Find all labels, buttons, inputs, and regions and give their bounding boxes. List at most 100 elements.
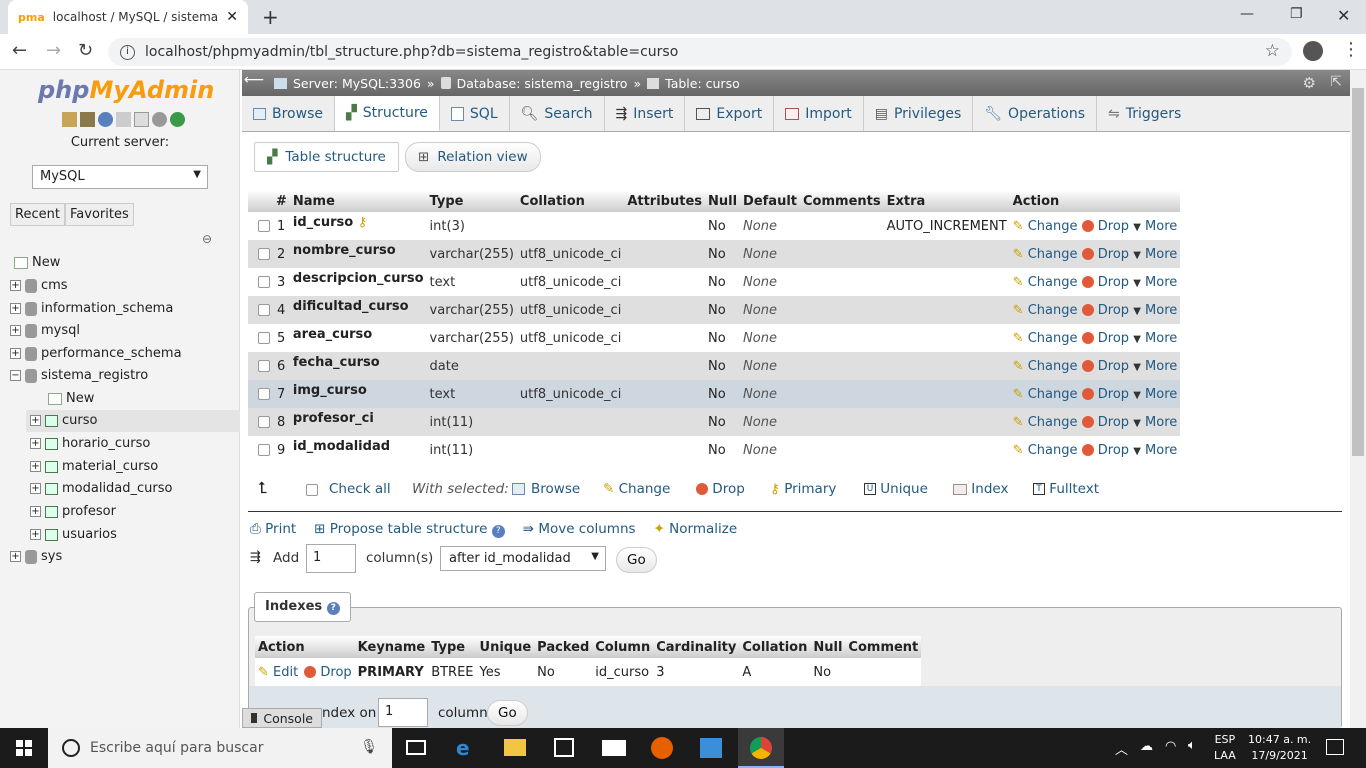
browser-menu-icon[interactable]: ⋮ [1342, 39, 1360, 60]
change-button[interactable]: ✎ Change [1013, 219, 1078, 234]
drop-button[interactable]: Drop [1081, 219, 1129, 234]
expand-icon[interactable]: + [10, 325, 21, 336]
expand-icon[interactable]: + [30, 483, 41, 494]
microphone-icon[interactable]: 🎙︎ [360, 739, 378, 755]
store-icon[interactable] [554, 738, 574, 757]
mail-icon[interactable] [602, 740, 626, 756]
breadcrumb-database[interactable]: Database: sistema_registro [457, 76, 628, 91]
table-row[interactable]: 6 fecha_curso date No None ✎ Change Drop ▼ Mo… [248, 352, 1181, 380]
phpmyadmin-logo[interactable]: phpMyAdmin [38, 76, 214, 104]
more-button[interactable]: ▼ More [1133, 275, 1177, 290]
forward-icon[interactable]: → [46, 40, 61, 61]
row-checkbox[interactable] [248, 436, 273, 464]
expand-icon[interactable]: + [10, 303, 21, 314]
expand-icon[interactable]: + [30, 461, 41, 472]
file-explorer-icon[interactable] [504, 739, 526, 756]
tree-item-mysql[interactable]: + mysql [10, 323, 80, 338]
taskbar-search-box[interactable]: Escribe aquí para buscar 🎙︎ [48, 728, 392, 768]
scrollbar-thumb[interactable] [1352, 88, 1364, 456]
index-drop-button[interactable]: Drop [301, 658, 355, 686]
favorites-tab[interactable]: Favorites [65, 203, 134, 226]
row-checkbox[interactable] [248, 296, 273, 324]
more-button[interactable]: ▼ More [1133, 331, 1177, 346]
row-checkbox[interactable] [248, 240, 273, 268]
tree-item-modalidad-curso[interactable]: + modalidad_curso [30, 481, 173, 496]
tree-item-profesor[interactable]: + profesor [30, 504, 116, 519]
bulk-browse-button[interactable]: Browse [512, 481, 603, 497]
tab-insert[interactable]: ⇶ Insert [605, 96, 686, 131]
expand-icon[interactable]: + [10, 348, 21, 359]
row-checkbox[interactable] [248, 408, 273, 436]
row-checkbox[interactable] [248, 268, 273, 296]
drop-button[interactable]: Drop [1081, 331, 1129, 346]
position-select[interactable]: after id_modalidad ▼ [440, 546, 606, 571]
header-collation[interactable]: Collation [516, 190, 625, 212]
tree-item-information-schema[interactable]: + information_schema [10, 301, 173, 316]
print-button[interactable]: ⎙ Print [250, 521, 296, 538]
add-go-button[interactable]: Go [616, 547, 657, 573]
drop-button[interactable]: Drop [1081, 415, 1129, 430]
row-checkbox[interactable] [248, 212, 273, 240]
header-null[interactable]: Null [705, 190, 741, 212]
help-icon[interactable]: ? [491, 525, 505, 538]
tree-item-horario-curso[interactable]: + horario_curso [30, 436, 150, 451]
more-button[interactable]: ▼ More [1133, 303, 1177, 318]
reload-nav-icon[interactable] [170, 112, 185, 127]
home-icon[interactable] [62, 112, 77, 127]
tree-item-performance-schema[interactable]: + performance_schema [10, 346, 182, 361]
row-checkbox[interactable] [248, 324, 273, 352]
drop-button[interactable]: Drop [1081, 359, 1129, 374]
expand-icon[interactable]: + [30, 506, 41, 517]
subtab-table-structure[interactable]: ▞ Table structure [254, 142, 399, 172]
copy-icon[interactable] [134, 112, 149, 127]
breadcrumb-table[interactable]: Table: curso [665, 76, 740, 91]
firefox-icon[interactable] [651, 737, 673, 759]
tab-operations[interactable]: 🔧︎ Operations [973, 96, 1098, 131]
tree-item-new-table[interactable]: New [48, 391, 94, 406]
change-button[interactable]: ✎ Change [1013, 443, 1078, 458]
chrome-taskbar-item[interactable] [738, 728, 784, 768]
table-row[interactable]: 7 img_curso text utf8_unicode_ci No None ✎ Cha… [248, 380, 1181, 408]
header-type[interactable]: Type [426, 190, 517, 212]
tray-chevron-icon[interactable]: ︿ [1115, 739, 1128, 758]
propose-structure-button[interactable]: ⊞ Propose table structure ? [314, 521, 505, 538]
row-checkbox[interactable] [248, 352, 273, 380]
change-button[interactable]: ✎ Change [1013, 331, 1078, 346]
minimize-icon[interactable]: — [1240, 6, 1254, 22]
tree-item-curso[interactable]: + curso [26, 410, 240, 432]
header-num[interactable]: # [273, 190, 290, 212]
change-button[interactable]: ✎ Change [1013, 247, 1078, 262]
create-index-go-button[interactable]: Go [487, 700, 528, 726]
tree-item-sistema-registro[interactable]: − sistema_registro [10, 368, 148, 383]
header-attributes[interactable]: Attributes [624, 190, 705, 212]
windows-start-icon[interactable] [16, 740, 32, 756]
collapse-top-icon[interactable]: ⇱ [1330, 74, 1342, 90]
bulk-unique-button[interactable]: U Unique [864, 481, 953, 497]
header-action[interactable]: Action [1009, 190, 1181, 212]
check-all-checkbox[interactable] [306, 482, 318, 497]
help-icon[interactable] [98, 112, 113, 127]
table-row[interactable]: 3 descripcion_curso text utf8_unicode_ci No N… [248, 268, 1181, 296]
more-button[interactable]: ▼ More [1133, 415, 1177, 430]
reload-icon[interactable]: ↻ [78, 40, 93, 61]
more-button[interactable]: ▼ More [1133, 387, 1177, 402]
server-select[interactable]: MySQL ▼ [32, 165, 208, 189]
more-button[interactable]: ▼ More [1133, 443, 1177, 458]
more-button[interactable]: ▼ More [1133, 247, 1177, 262]
control-panel-icon[interactable] [700, 738, 722, 758]
drop-button[interactable]: Drop [1081, 275, 1129, 290]
browser-tab[interactable]: pma localhost / MySQL / sistema_regi ✕ [8, 0, 248, 34]
language-indicator[interactable]: ESP LAA [1214, 732, 1236, 764]
info-icon[interactable]: i [120, 44, 135, 60]
table-row[interactable]: 8 profesor_ci int(11) No None ✎ Change Drop ▼… [248, 408, 1181, 436]
add-count-input[interactable]: 1 [306, 544, 356, 573]
new-tab-icon[interactable]: + [262, 5, 279, 29]
table-row[interactable]: 1 id_curso ⚷ int(3) No None AUTO_INCREMENT ✎ C… [248, 212, 1181, 240]
profile-avatar-icon[interactable] [1303, 41, 1323, 61]
tab-sql[interactable]: SQL [440, 96, 510, 131]
change-button[interactable]: ✎ Change [1013, 387, 1078, 402]
tab-privileges[interactable]: ▤ Privileges [864, 96, 974, 131]
network-icon[interactable]: ◠ [1165, 739, 1176, 754]
tab-browse[interactable]: Browse [242, 96, 335, 131]
tab-export[interactable]: Export [685, 96, 775, 131]
